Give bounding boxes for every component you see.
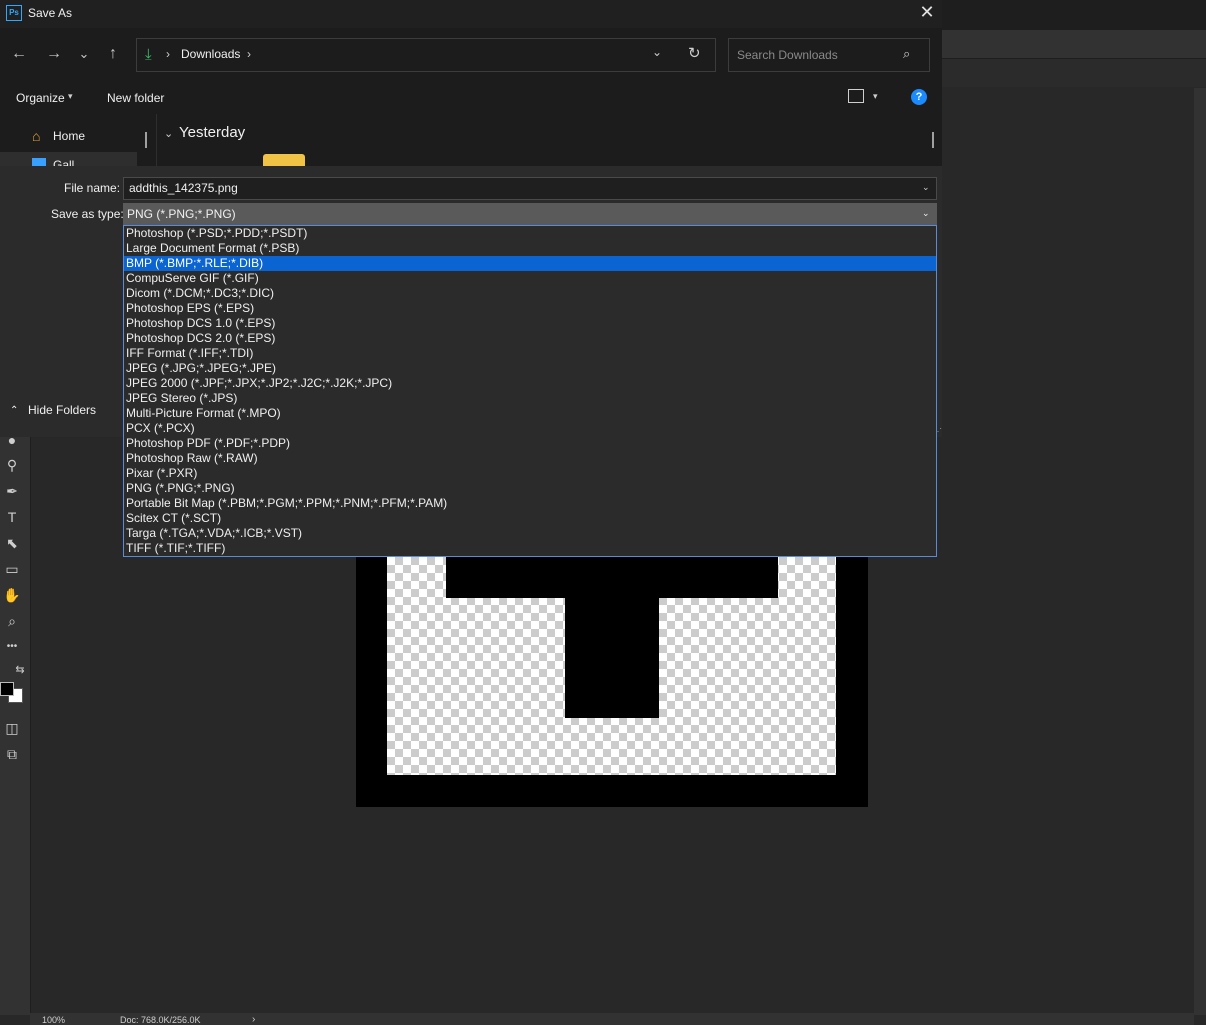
zoom-icon[interactable]: ⌕ bbox=[2, 611, 22, 631]
file-name-value: addthis_142375.png bbox=[129, 181, 238, 195]
save-as-type-label: Save as type: bbox=[51, 207, 124, 221]
photoshop-menubar bbox=[942, 0, 1206, 30]
photoshop-toolbar: ● ⚲ ✒ T ⬉ ▭ ✋ ⌕ ••• ⇆ ◫ ⧉ bbox=[0, 420, 31, 1015]
canvas-artwork-bar bbox=[446, 557, 778, 598]
folder-icon[interactable] bbox=[263, 154, 305, 166]
file-name-dropdown-icon[interactable]: ⌄ bbox=[922, 182, 930, 193]
path-selection-icon[interactable]: ⬉ bbox=[2, 533, 22, 553]
type-option[interactable]: Photoshop DCS 2.0 (*.EPS) bbox=[124, 331, 936, 346]
photoshop-document-tabs bbox=[942, 59, 1206, 87]
recent-locations-icon[interactable]: ⌄ bbox=[73, 43, 95, 65]
type-option[interactable]: Portable Bit Map (*.PBM;*.PGM;*.PPM;*.PN… bbox=[124, 496, 936, 511]
type-option[interactable]: Photoshop PDF (*.PDF;*.PDP) bbox=[124, 436, 936, 451]
hand-icon[interactable]: ✋ bbox=[2, 585, 22, 605]
file-list: ⌄ Yesterday bbox=[157, 114, 942, 166]
search-placeholder: Search Downloads bbox=[737, 48, 838, 62]
view-options-icon[interactable] bbox=[848, 89, 864, 103]
new-folder-button[interactable]: New folder bbox=[107, 91, 164, 105]
view-chevron-icon[interactable]: ▾ bbox=[873, 91, 878, 102]
type-option[interactable]: Scitex CT (*.SCT) bbox=[124, 511, 936, 526]
pen-icon[interactable]: ✒ bbox=[2, 481, 22, 501]
foreground-color-swatch[interactable] bbox=[0, 682, 14, 696]
type-option[interactable]: TIFF (*.TIF;*.TIFF) bbox=[124, 541, 936, 556]
file-name-input[interactable]: addthis_142375.png ⌄ bbox=[123, 177, 937, 200]
document-info: Doc: 768.0K/256.0K bbox=[120, 1015, 201, 1025]
organize-chevron-icon[interactable]: ▾ bbox=[68, 91, 73, 102]
type-option[interactable]: Targa (*.TGA;*.VDA;*.ICB;*.VST) bbox=[124, 526, 936, 541]
save-as-type-dropdown-list: Photoshop (*.PSD;*.PDD;*.PSDT) Large Docu… bbox=[123, 225, 937, 557]
swap-colors-icon[interactable]: ⇆ bbox=[10, 660, 30, 680]
breadcrumb-separator-icon[interactable]: › bbox=[166, 47, 170, 61]
type-option[interactable]: BMP (*.BMP;*.RLE;*.DIB) bbox=[124, 256, 936, 271]
forward-arrow-icon[interactable]: → bbox=[43, 43, 65, 65]
zoom-level[interactable]: 100% bbox=[42, 1015, 65, 1025]
dialog-title: Save As bbox=[28, 6, 73, 20]
type-option[interactable]: JPEG Stereo (*.JPS) bbox=[124, 391, 936, 406]
dialog-titlebar[interactable]: Ps Save As ✕ bbox=[0, 0, 942, 28]
up-arrow-icon[interactable]: ↑ bbox=[102, 43, 124, 65]
type-icon[interactable]: T bbox=[2, 507, 22, 527]
help-icon[interactable]: ? bbox=[911, 89, 927, 105]
type-option[interactable]: Large Document Format (*.PSB) bbox=[124, 241, 936, 256]
dodge-icon[interactable]: ⚲ bbox=[2, 455, 22, 475]
screen-mode-icon[interactable]: ⧉ bbox=[2, 744, 22, 764]
search-input[interactable]: Search Downloads ⌕ bbox=[728, 38, 930, 72]
type-option[interactable]: PCX (*.PCX) bbox=[124, 421, 936, 436]
download-icon: ⤓ bbox=[145, 46, 152, 63]
breadcrumb-separator-icon[interactable]: › bbox=[247, 47, 251, 61]
type-option[interactable]: IFF Format (*.IFF;*.TDI) bbox=[124, 346, 936, 361]
type-option[interactable]: CompuServe GIF (*.GIF) bbox=[124, 271, 936, 286]
breadcrumb-downloads[interactable]: Downloads bbox=[181, 47, 240, 61]
type-option[interactable]: Photoshop (*.PSD;*.PDD;*.PSDT) bbox=[124, 226, 936, 241]
type-option[interactable]: Multi-Picture Format (*.MPO) bbox=[124, 406, 936, 421]
save-as-type-dropdown-icon[interactable]: ⌄ bbox=[922, 208, 930, 219]
hide-folders-chevron-icon[interactable]: ⌃ bbox=[10, 405, 18, 416]
type-option[interactable]: PNG (*.PNG;*.PNG) bbox=[124, 481, 936, 496]
type-option[interactable]: JPEG 2000 (*.JPF;*.JPX;*.JP2;*.J2C;*.J2K… bbox=[124, 376, 936, 391]
address-bar[interactable]: ⤓ › Downloads › ⌄ ↻ bbox=[136, 38, 716, 72]
quick-mask-icon[interactable]: ◫ bbox=[2, 718, 22, 738]
file-name-label: File name: bbox=[64, 181, 121, 195]
save-as-type-value: PNG (*.PNG;*.PNG) bbox=[127, 207, 236, 221]
more-tools-icon[interactable]: ••• bbox=[2, 637, 22, 657]
photoshop-app-icon: Ps bbox=[6, 5, 22, 21]
group-collapse-chevron-icon[interactable]: ⌄ bbox=[164, 127, 173, 140]
address-dropdown-icon[interactable]: ⌄ bbox=[652, 45, 662, 59]
organize-button[interactable]: Organize bbox=[16, 91, 65, 105]
home-icon[interactable]: ⌂ bbox=[32, 128, 40, 144]
group-header-yesterday[interactable]: Yesterday bbox=[179, 124, 245, 141]
close-button[interactable]: ✕ bbox=[912, 0, 942, 26]
navpane-item-home[interactable]: Home bbox=[53, 129, 85, 143]
status-chevron-icon[interactable]: › bbox=[252, 1014, 255, 1025]
navigation-bar: ← → ⌄ ↑ ⤓ › Downloads › ⌄ ↻ Search Downl… bbox=[0, 28, 942, 80]
type-option[interactable]: Photoshop DCS 1.0 (*.EPS) bbox=[124, 316, 936, 331]
type-option[interactable]: JPEG (*.JPG;*.JPEG;*.JPE) bbox=[124, 361, 936, 376]
search-icon[interactable]: ⌕ bbox=[903, 46, 910, 62]
back-arrow-icon[interactable]: ← bbox=[8, 43, 30, 65]
type-option[interactable]: Dicom (*.DCM;*.DC3;*.DIC) bbox=[124, 286, 936, 301]
save-as-type-select[interactable]: PNG (*.PNG;*.PNG) ⌄ bbox=[123, 203, 937, 226]
photoshop-status-bar: 100% Doc: 768.0K/256.0K › bbox=[30, 1013, 1194, 1025]
navpane-scrollbar[interactable] bbox=[145, 132, 147, 148]
photoshop-options-bar bbox=[942, 30, 1206, 59]
file-list-scrollbar[interactable] bbox=[932, 132, 934, 148]
rectangle-icon[interactable]: ▭ bbox=[2, 559, 22, 579]
type-option[interactable]: Pixar (*.PXR) bbox=[124, 466, 936, 481]
type-option[interactable]: Photoshop Raw (*.RAW) bbox=[124, 451, 936, 466]
canvas-artwork-stem bbox=[565, 598, 659, 718]
command-bar: Organize ▾ New folder ▾ ? bbox=[0, 80, 942, 114]
refresh-icon[interactable]: ↻ bbox=[688, 44, 701, 62]
navigation-pane: ⌂ Home Gall bbox=[0, 114, 156, 172]
type-option[interactable]: Photoshop EPS (*.EPS) bbox=[124, 301, 936, 316]
hide-folders-button[interactable]: Hide Folders bbox=[28, 403, 96, 417]
photoshop-right-panel bbox=[1194, 88, 1206, 1015]
